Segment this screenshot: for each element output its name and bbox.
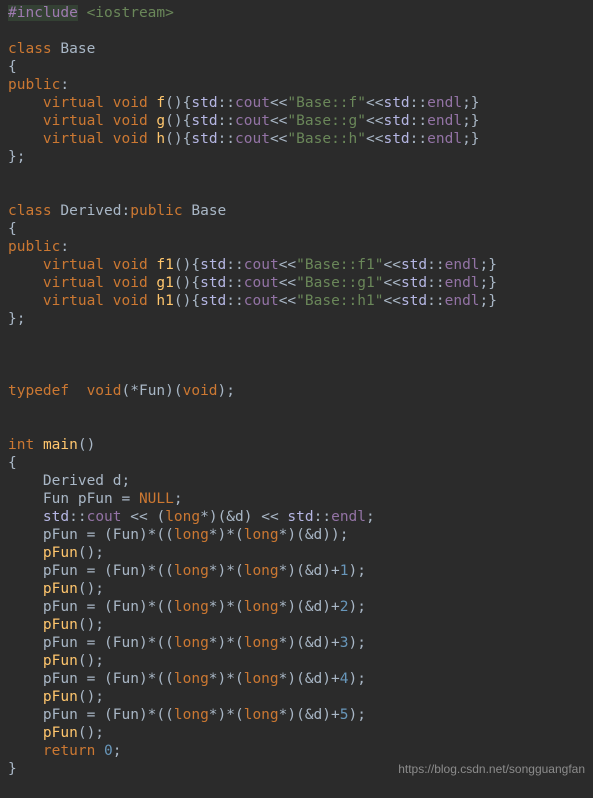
kw-typedef: typedef xyxy=(8,383,69,399)
kw-int: int xyxy=(8,437,34,453)
kw-virtual: virtual xyxy=(43,95,104,111)
kw-class: class xyxy=(8,41,52,57)
std: std xyxy=(191,95,217,111)
null-literal: NULL xyxy=(139,491,174,507)
fn-g1: g1 xyxy=(156,275,173,291)
fn-g: g xyxy=(156,113,165,129)
decl-d: Derived d; xyxy=(43,473,130,489)
num-0: 0 xyxy=(104,743,113,759)
str-base-h1: "Base::h1" xyxy=(296,293,383,309)
str-base-h: "Base::h" xyxy=(287,131,366,147)
watermark: https://blog.csdn.net/songguangfan xyxy=(398,760,585,778)
kw-return: return xyxy=(43,743,95,759)
decl-pfun: Fun pFun = xyxy=(43,491,139,507)
call-pfun: pFun xyxy=(43,545,78,561)
include-directive: #include xyxy=(8,5,78,21)
endl: endl xyxy=(427,95,462,111)
fn-f: f xyxy=(156,95,165,111)
kw-public: public xyxy=(8,77,60,93)
brace: { xyxy=(8,59,17,75)
fn-h1: h1 xyxy=(156,293,173,309)
str-base-f: "Base::f" xyxy=(287,95,366,111)
funptr-decl: (*Fun)( xyxy=(122,383,183,399)
fn-main: main xyxy=(43,437,78,453)
code-block: #include <iostream> class Base { public:… xyxy=(8,4,585,778)
str-base-g: "Base::g" xyxy=(287,113,366,129)
kw-long: long xyxy=(165,509,200,525)
str-base-g1: "Base::g1" xyxy=(296,275,383,291)
class-name-base: Base xyxy=(60,41,95,57)
str-base-f1: "Base::f1" xyxy=(296,257,383,273)
num-2: 2 xyxy=(340,599,349,615)
fn-f1: f1 xyxy=(156,257,173,273)
num-4: 4 xyxy=(340,671,349,687)
include-header: <iostream> xyxy=(87,5,174,21)
num-5: 5 xyxy=(340,707,349,723)
class-name-derived: Derived xyxy=(60,203,121,219)
fn-h: h xyxy=(156,131,165,147)
cout: cout xyxy=(235,95,270,111)
num-1: 1 xyxy=(340,563,349,579)
kw-void: void xyxy=(113,95,148,111)
num-3: 3 xyxy=(340,635,349,651)
